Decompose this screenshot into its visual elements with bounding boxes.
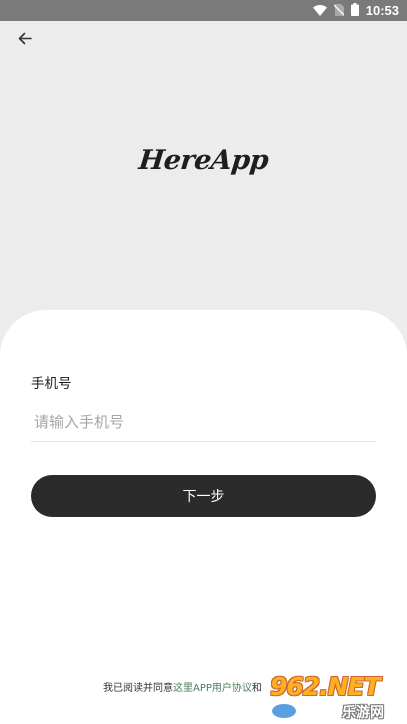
agreement-text: 我已阅读并同意这里APP用户协议和	[103, 679, 262, 694]
wifi-icon	[312, 1, 327, 20]
watermark: 962.NET 乐游网	[270, 672, 405, 721]
globe-icon	[270, 702, 298, 720]
agreement-suffix: 和	[251, 683, 262, 694]
battery-icon	[350, 1, 359, 20]
status-bar: 10:53	[0, 0, 407, 21]
watermark-text: 962.NET	[270, 672, 381, 701]
phone-label: 手机号	[31, 376, 72, 392]
phone-input[interactable]	[31, 402, 376, 442]
next-button[interactable]: 下一步	[31, 475, 376, 517]
app-logo: HereApp	[137, 145, 270, 176]
status-icons: 10:53	[312, 0, 399, 21]
no-sim-icon	[333, 1, 345, 20]
user-agreement-link[interactable]: 这里APP用户协议	[173, 683, 252, 694]
watermark-logo: 962.NET	[270, 672, 405, 704]
watermark-subtext: 乐游网	[342, 705, 384, 721]
status-time: 10:53	[365, 3, 399, 18]
arrow-left-icon	[18, 30, 32, 49]
agreement-prefix: 我已阅读并同意	[103, 683, 173, 694]
back-button[interactable]	[12, 28, 38, 50]
